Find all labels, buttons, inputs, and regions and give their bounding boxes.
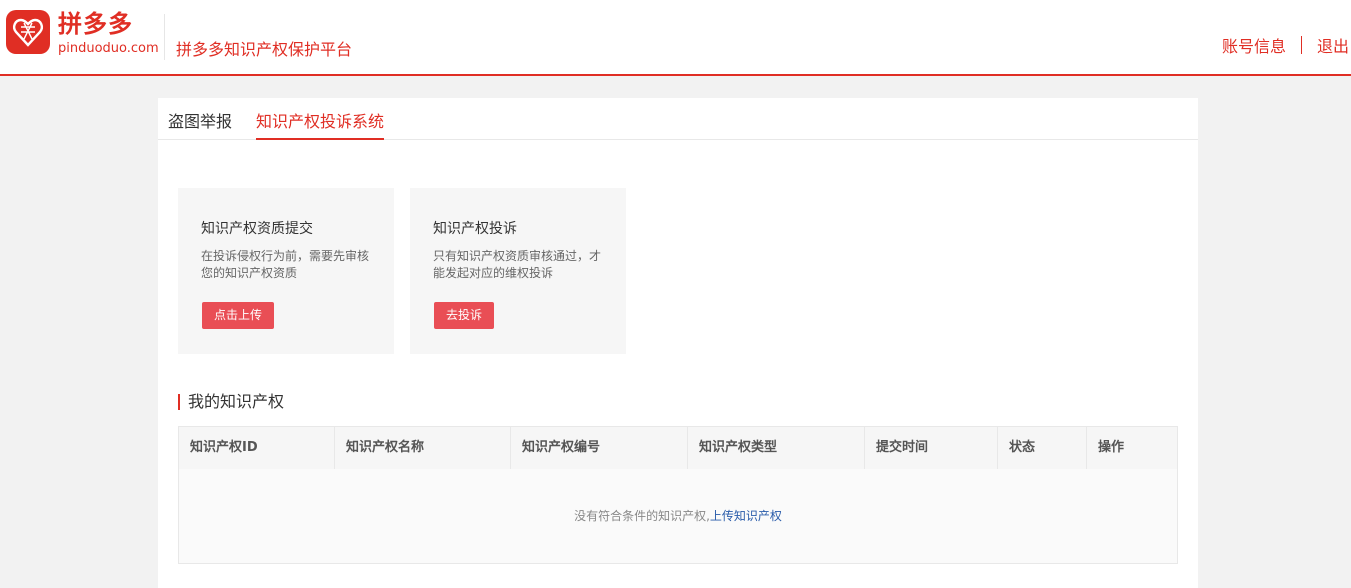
card-title: 知识产权资质提交 bbox=[201, 221, 313, 237]
complain-button[interactable]: 去投诉 bbox=[434, 302, 495, 329]
card-title: 知识产权投诉 bbox=[433, 221, 517, 237]
tab-image-theft-report[interactable]: 盗图举报 bbox=[168, 108, 232, 140]
card-description: 只有知识产权资质审核通过，才能发起对应的维权投诉 bbox=[433, 249, 602, 280]
column-header-actions: 操作 bbox=[1098, 440, 1125, 455]
account-info-link[interactable]: 账号信息 bbox=[1222, 33, 1286, 57]
top-header: 拼多多 pinduoduo.com 拼多多知识产权保护平台 账号信息 退出 bbox=[0, 0, 1351, 76]
main-panel: 盗图举报 知识产权投诉系统 知识产权资质提交 在投诉侵权行为前，需要先审核您的知… bbox=[158, 98, 1198, 588]
card-description: 在投诉侵权行为前，需要先审核您的知识产权资质 bbox=[201, 249, 370, 280]
column-header-ip-type: 知识产权类型 bbox=[688, 427, 865, 469]
platform-title: 拼多多知识产权保护平台 bbox=[176, 40, 353, 59]
logo-domain-text: pinduoduo.com bbox=[58, 41, 159, 56]
tab-bar: 盗图举报 知识产权投诉系统 bbox=[158, 98, 1198, 140]
header-menu-separator bbox=[1300, 36, 1302, 54]
logo-chinese-text: 拼多多 bbox=[58, 10, 133, 38]
column-header-ip-number: 知识产权编号 bbox=[511, 427, 688, 469]
header-divider bbox=[164, 14, 165, 60]
column-header-status: 状态 bbox=[998, 427, 1087, 469]
logout-link[interactable]: 退出 bbox=[1317, 33, 1349, 57]
empty-state-text: 没有符合条件的知识产权, bbox=[574, 509, 710, 523]
upload-ip-link[interactable]: 上传知识产权 bbox=[710, 509, 782, 523]
table-header: 知识产权ID 知识产权名称 知识产权编号 知识产权类型 提交时间 状态 操作 bbox=[179, 427, 1177, 469]
ip-table: 知识产权ID 知识产权名称 知识产权编号 知识产权类型 提交时间 状态 操作 没… bbox=[178, 426, 1178, 564]
column-header-ip-name: 知识产权名称 bbox=[335, 427, 511, 469]
column-header-ip-id: 知识产权ID bbox=[179, 427, 335, 469]
pinduoduo-logo-icon bbox=[6, 10, 50, 54]
ip-qualification-card: 知识产权资质提交 在投诉侵权行为前，需要先审核您的知识产权资质 点击上传 bbox=[178, 188, 394, 354]
my-ip-section-title: 我的知识产权 bbox=[178, 394, 284, 410]
ip-complaint-card: 知识产权投诉 只有知识产权资质审核通过，才能发起对应的维权投诉 去投诉 bbox=[410, 188, 626, 354]
pinduoduo-logo[interactable]: 拼多多 pinduoduo.com bbox=[6, 10, 159, 57]
header-user-menu: 账号信息 退出 bbox=[1222, 33, 1349, 57]
table-empty-state: 没有符合条件的知识产权,上传知识产权 bbox=[179, 507, 1177, 524]
upload-button[interactable]: 点击上传 bbox=[202, 302, 275, 329]
column-header-submit-time: 提交时间 bbox=[865, 427, 998, 469]
tab-ip-complaint-system[interactable]: 知识产权投诉系统 bbox=[256, 108, 385, 140]
